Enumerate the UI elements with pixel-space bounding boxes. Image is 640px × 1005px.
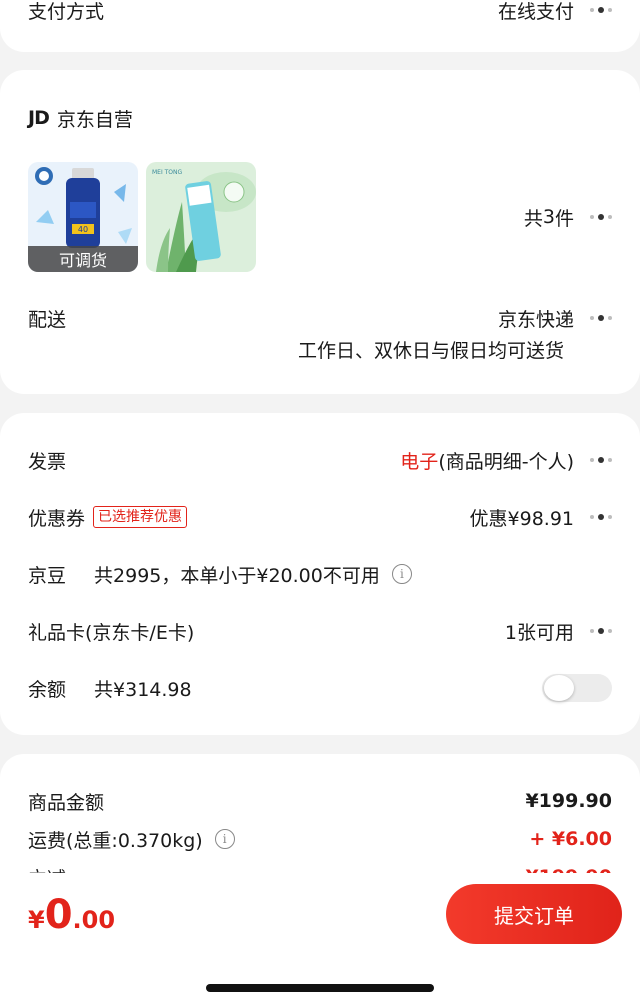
total-decimal: .00	[72, 906, 116, 934]
currency-symbol: ¥	[28, 906, 45, 934]
count-suffix: 件	[554, 207, 574, 230]
product-badge: 可调货	[28, 246, 138, 272]
shipping-value: + ¥6.00	[529, 828, 612, 850]
jingdou-row: 京豆 共2995，本单小于¥20.00不可用 i	[28, 554, 612, 594]
invoice-row[interactable]: 发票 电子 (商品明细-个人)	[28, 440, 612, 480]
jingdou-value: 共2995，本单小于¥20.00不可用	[94, 564, 380, 587]
coupon-label: 优惠券	[28, 507, 86, 530]
balance-toggle[interactable]	[542, 674, 612, 702]
shipping-row: 运费(总重:0.370kg) i + ¥6.00	[28, 819, 612, 859]
count-number: 3	[542, 206, 555, 228]
goods-amount-row: 商品金额 ¥199.90	[28, 781, 612, 821]
goods-amount-label: 商品金额	[28, 791, 105, 814]
goods-amount-value: ¥199.90	[525, 790, 612, 812]
invoice-label: 发票	[28, 450, 67, 473]
jingdou-label: 京豆	[28, 564, 67, 587]
toggle-knob	[544, 675, 574, 701]
more-icon[interactable]	[590, 455, 612, 465]
total-price: ¥ 0 .00	[28, 892, 115, 938]
info-icon[interactable]: i	[214, 829, 235, 849]
payment-card: 支付方式 在线支付	[0, 0, 640, 52]
delivery-label: 配送	[28, 308, 67, 331]
more-icon[interactable]	[590, 626, 612, 636]
payment-value: 在线支付	[497, 0, 574, 23]
balance-value: 共¥314.98	[94, 678, 192, 701]
payment-row[interactable]: 支付方式 在线支付	[28, 0, 612, 30]
delivery-note: 工作日、双休日与假日均可送货	[297, 340, 564, 362]
svg-text:MEI TONG: MEI TONG	[152, 169, 183, 176]
count-prefix: 共	[523, 207, 543, 230]
more-icon[interactable]	[590, 212, 612, 222]
submit-order-button[interactable]: 提交订单	[446, 884, 622, 944]
product-count-row[interactable]: 共 3 件	[28, 197, 612, 237]
giftcard-row[interactable]: 礼品卡(京东卡/E卡) 1张可用	[28, 611, 612, 651]
home-indicator	[206, 984, 434, 992]
store-header: JD 京东自营	[28, 98, 612, 138]
balance-row: 余额 共¥314.98	[28, 668, 612, 708]
coupon-row[interactable]: 优惠券 已选推荐优惠 优惠¥98.91	[28, 497, 612, 537]
giftcard-label: 礼品卡(京东卡/E卡)	[28, 621, 195, 644]
invoice-detail: (商品明细-个人)	[438, 450, 574, 473]
delivery-value: 京东快递	[497, 308, 574, 331]
delivery-row[interactable]: 配送 京东快递	[28, 298, 612, 338]
total-integer: 0	[44, 892, 73, 938]
shipping-label: 运费(总重:0.370kg)	[28, 829, 203, 852]
info-icon[interactable]: i	[391, 564, 412, 584]
jd-logo: JD	[28, 107, 50, 129]
coupon-tag: 已选推荐优惠	[93, 506, 188, 528]
payment-label: 支付方式	[28, 0, 105, 23]
more-icon[interactable]	[590, 5, 612, 15]
giftcard-value: 1张可用	[504, 621, 574, 644]
store-name: 京东自营	[56, 108, 133, 131]
more-icon[interactable]	[590, 313, 612, 323]
invoice-type: 电子	[400, 450, 439, 473]
balance-label: 余额	[28, 678, 67, 701]
more-icon[interactable]	[590, 512, 612, 522]
coupon-value: 优惠¥98.91	[469, 507, 574, 530]
